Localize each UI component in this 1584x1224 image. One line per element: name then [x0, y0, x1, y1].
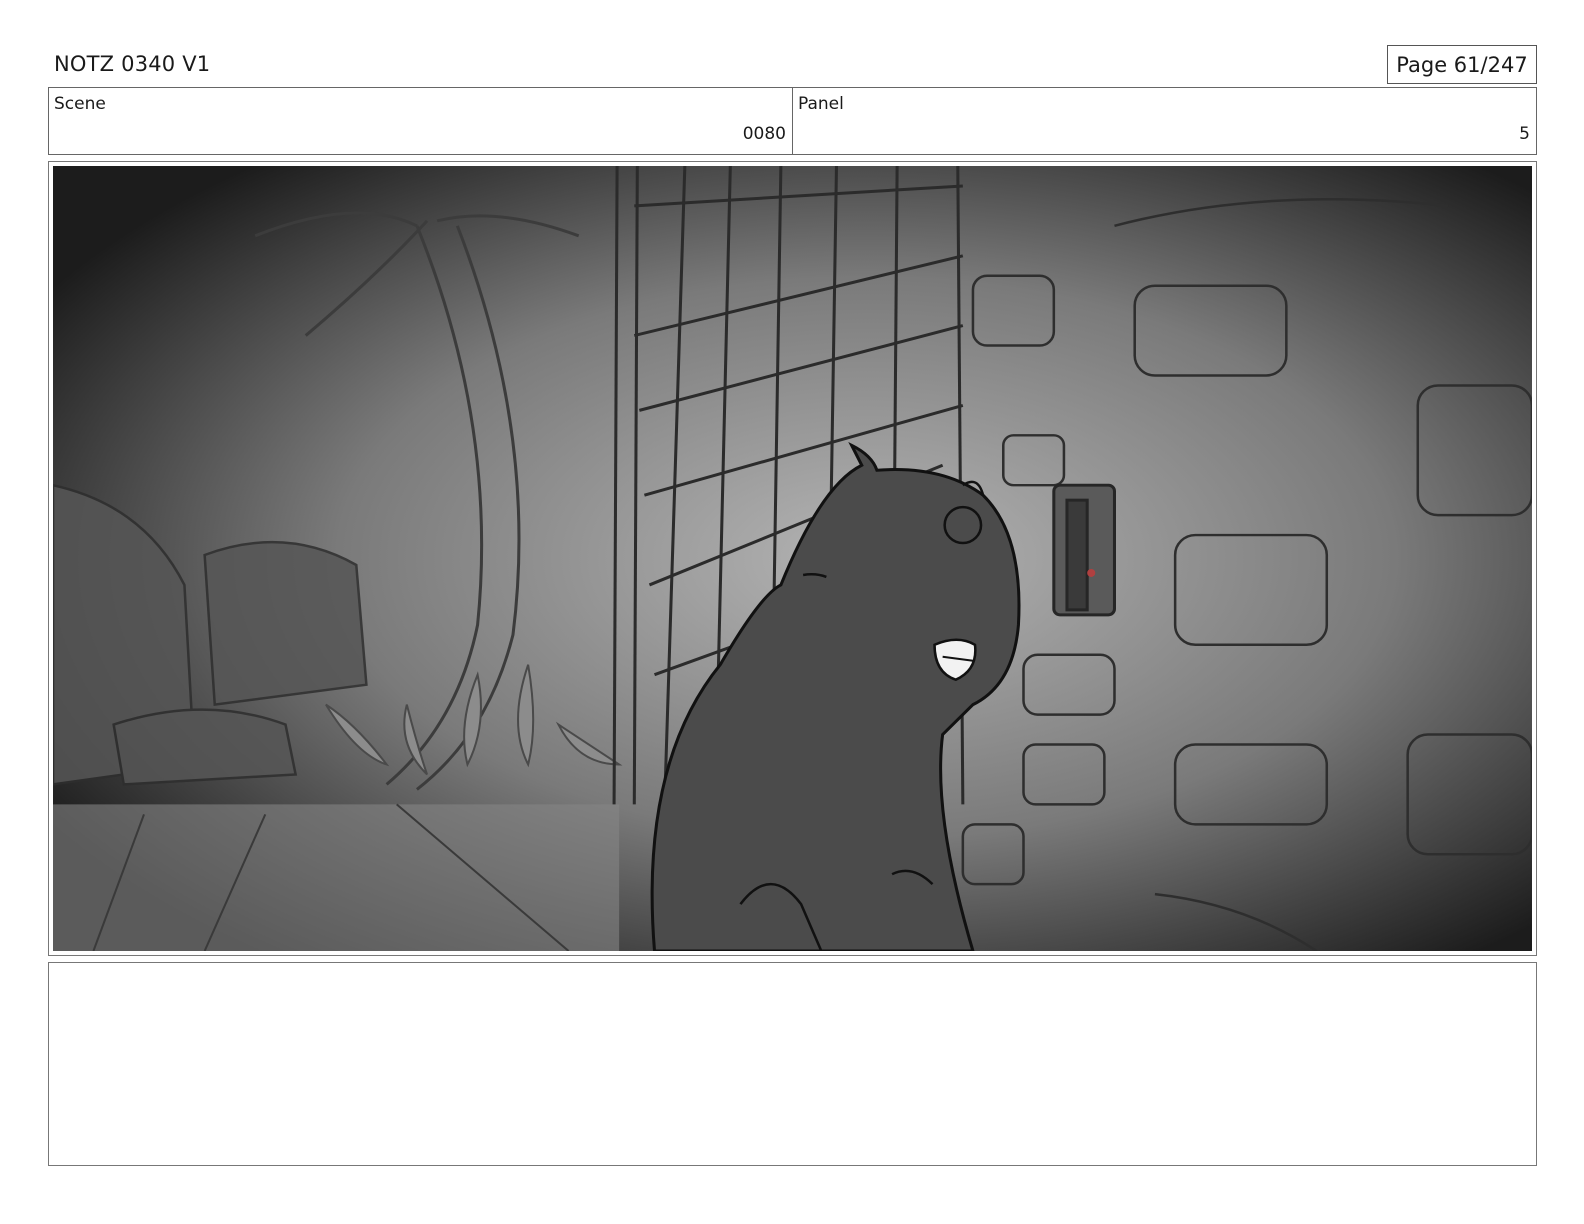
sketch-illustration [53, 166, 1532, 951]
page-number: Page 61/247 [1387, 45, 1537, 84]
scene-number: 0080 [742, 124, 786, 144]
panel-number: 5 [1519, 124, 1530, 144]
panel-label: Panel [798, 94, 844, 114]
storyboard-panel-frame [48, 161, 1537, 956]
scene-panel-header: Scene 0080 Panel 5 [48, 87, 1537, 155]
scene-label: Scene [54, 94, 106, 114]
storyboard-sketch-image [53, 166, 1532, 951]
document-title: NOTZ 0340 V1 [54, 52, 211, 76]
panel-cell: Panel 5 [792, 88, 1536, 154]
scene-cell: Scene 0080 [49, 88, 792, 154]
panel-notes-box [48, 962, 1537, 1166]
